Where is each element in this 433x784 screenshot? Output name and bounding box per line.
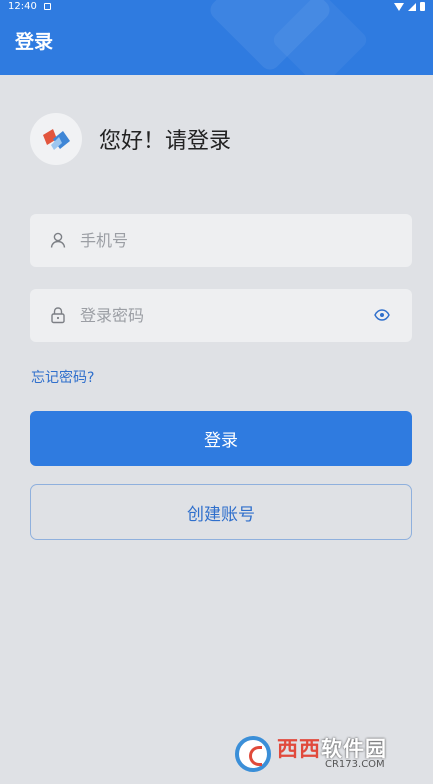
user-icon — [50, 232, 66, 248]
watermark: 西西软件园 CR173.COM — [235, 733, 425, 775]
create-account-button[interactable]: 创建账号 — [30, 484, 412, 540]
watermark-site: CR173.COM — [325, 758, 385, 770]
battery-icon — [420, 2, 425, 11]
watermark-logo — [235, 736, 271, 772]
phone-field[interactable] — [30, 214, 412, 267]
page-title: 登录 — [15, 31, 54, 53]
login-button[interactable]: 登录 — [30, 411, 412, 466]
password-input[interactable] — [80, 289, 370, 342]
app-header: 12:40 登录 — [0, 0, 433, 75]
status-icons — [394, 2, 425, 11]
app-logo — [30, 113, 82, 165]
password-field[interactable] — [30, 289, 412, 342]
greeting-row: 您好！请登录 — [30, 113, 231, 165]
app-logo-icon — [43, 129, 70, 150]
status-bar: 12:40 — [0, 0, 433, 14]
forgot-password-link[interactable]: 忘记密码? — [31, 367, 94, 387]
lock-icon — [51, 307, 65, 324]
phone-input[interactable] — [80, 214, 370, 267]
eye-icon[interactable] — [374, 308, 390, 322]
status-time: 12:40 — [8, 1, 37, 12]
watermark-brand-red: 西西 — [277, 736, 321, 761]
notification-icon — [44, 3, 51, 10]
watermark-brand-white: 软件园 — [321, 736, 387, 761]
wifi-icon — [394, 2, 404, 11]
signal-icon — [408, 2, 416, 11]
greeting-text: 您好！请登录 — [99, 129, 232, 154]
